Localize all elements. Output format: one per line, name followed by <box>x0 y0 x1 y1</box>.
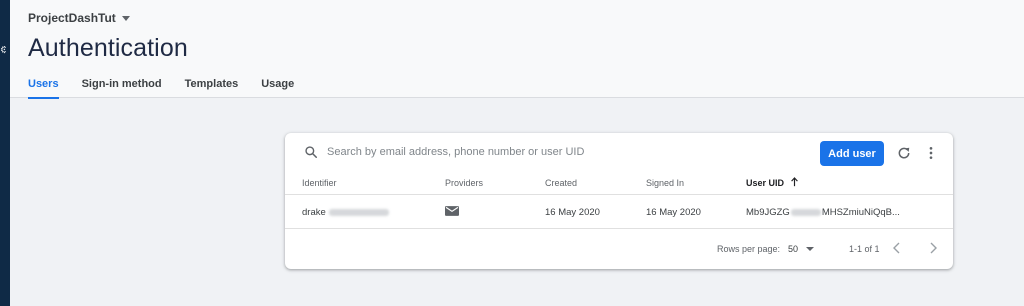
cell-signed-in: 16 May 2020 <box>646 207 701 218</box>
search-toolbar: Add user <box>285 133 953 171</box>
refresh-icon[interactable] <box>897 146 911 160</box>
redacted-uid <box>790 208 821 216</box>
search-icon <box>305 146 318 159</box>
redacted-email <box>329 208 390 216</box>
identifier-text: drake <box>302 207 326 218</box>
column-user-uid[interactable]: User UID <box>746 177 798 188</box>
uid-suffix: MHSZmiuNiQqB... <box>821 207 900 218</box>
column-created[interactable]: Created <box>545 178 577 188</box>
chevron-down-icon <box>121 16 130 21</box>
rows-per-page-select[interactable]: 50 <box>788 244 815 254</box>
column-providers: Providers <box>445 178 484 188</box>
page-header: ProjectDashTut Authentication Users Sign… <box>10 0 1024 99</box>
rows-per-page-label: Rows per page: <box>717 244 781 254</box>
chevron-right-icon[interactable] <box>927 241 939 255</box>
cell-user-uid: Mb9JGZG MHSZmiuNiQqB... <box>746 207 900 218</box>
project-name: ProjectDashTut <box>28 11 116 25</box>
cell-identifier: drake <box>302 207 390 218</box>
pagination-bar: Rows per page: 50 1-1 of 1 <box>285 229 953 269</box>
search-input[interactable] <box>327 144 667 160</box>
users-card: Add user Identifier Providers Created Si… <box>285 133 953 269</box>
column-signed-in[interactable]: Signed In <box>646 178 684 188</box>
chevron-left-icon[interactable] <box>891 241 903 255</box>
tab-usage[interactable]: Usage <box>261 72 294 98</box>
more-vert-icon[interactable] <box>928 146 934 160</box>
table-header: Identifier Providers Created Signed In U… <box>285 171 953 195</box>
tab-bar: Users Sign-in method Templates Usage <box>28 72 317 99</box>
rows-per-page-value: 50 <box>788 244 799 254</box>
add-user-button[interactable]: Add user <box>820 141 884 166</box>
uid-prefix: Mb9JGZG <box>746 207 790 218</box>
page-title: Authentication <box>28 34 188 62</box>
column-user-uid-label: User UID <box>746 178 785 188</box>
page-range-label: 1-1 of 1 <box>849 244 880 254</box>
project-picker[interactable]: ProjectDashTut <box>28 11 130 25</box>
caret-down-icon <box>806 247 815 251</box>
column-identifier[interactable]: Identifier <box>302 178 337 188</box>
tab-users[interactable]: Users <box>28 72 59 99</box>
tab-templates[interactable]: Templates <box>185 72 239 98</box>
email-icon <box>445 206 459 216</box>
rail-gear-icon[interactable]: ⚙ <box>0 46 6 56</box>
left-nav-rail: ⚙ <box>0 0 10 306</box>
table-row[interactable]: drake 16 May 2020 16 May 2020 Mb9JGZG MHS… <box>285 195 953 229</box>
arrow-up-icon <box>791 177 798 187</box>
tab-sign-in-method[interactable]: Sign-in method <box>82 72 162 98</box>
cell-created: 16 May 2020 <box>545 207 600 218</box>
